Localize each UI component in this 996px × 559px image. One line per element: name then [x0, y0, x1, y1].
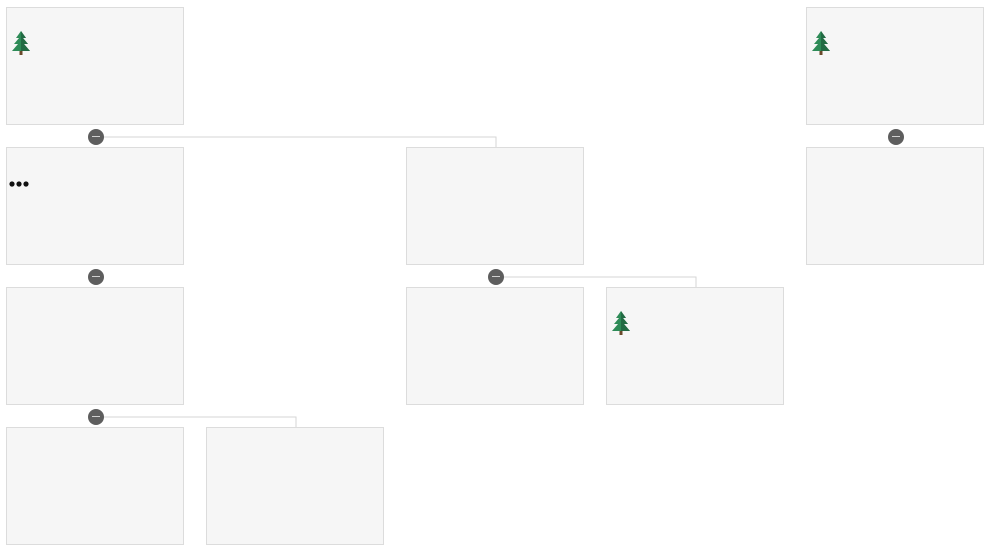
- tree-node-card[interactable]: [606, 287, 784, 405]
- tree-node-card[interactable]: [806, 147, 984, 265]
- connector-line: [96, 136, 497, 147]
- collapse-button[interactable]: [88, 129, 104, 145]
- tree-node-card[interactable]: [806, 7, 984, 125]
- collapse-button[interactable]: [888, 129, 904, 145]
- connector-line: [96, 416, 297, 427]
- tree-node-card[interactable]: [6, 7, 184, 125]
- tree-node-card[interactable]: [406, 287, 584, 405]
- tree-node-card[interactable]: [406, 147, 584, 265]
- tree-node-card[interactable]: [6, 427, 184, 545]
- collapse-button[interactable]: [488, 269, 504, 285]
- tree-node-card[interactable]: [6, 287, 184, 405]
- collapse-button[interactable]: [88, 409, 104, 425]
- collapse-button[interactable]: [88, 269, 104, 285]
- evergreen-tree-icon: [612, 311, 630, 335]
- connector-line: [496, 276, 697, 287]
- evergreen-tree-icon: [12, 31, 30, 55]
- tree-node-card[interactable]: [6, 147, 184, 265]
- evergreen-tree-icon: [812, 31, 830, 55]
- ellipsis-icon: [9, 181, 29, 187]
- tree-node-card[interactable]: [206, 427, 384, 545]
